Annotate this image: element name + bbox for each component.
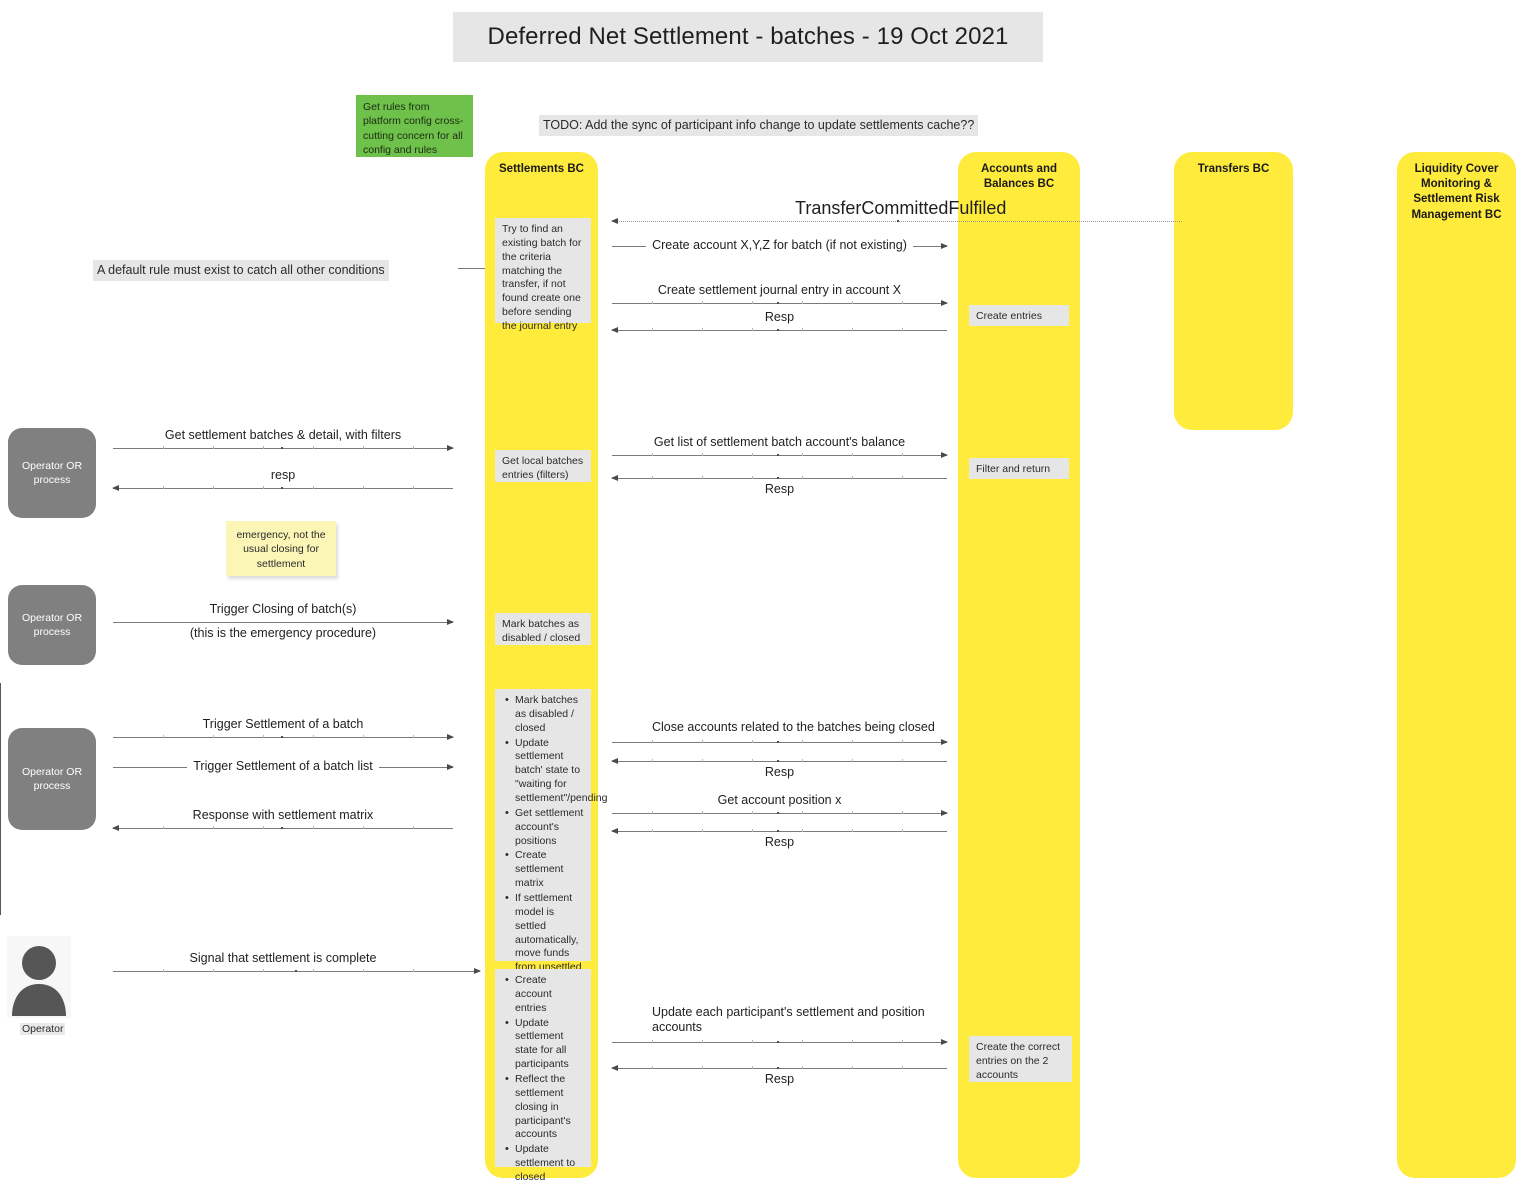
- note-closing-step-item: Update settlement state for all particip…: [505, 1016, 584, 1072]
- note-settlement-steps: Mark batches as disabled / closed Update…: [495, 689, 607, 1001]
- message-signal-settlement-complete-label: Signal that settlement is complete: [189, 951, 377, 966]
- note-settlement-steps-list: Mark batches as disabled / closed Update…: [502, 693, 607, 1003]
- note-default-rule: A default rule must exist to catch all o…: [93, 260, 389, 281]
- lifeline-title-settlements-bc: Settlements BC: [499, 163, 584, 175]
- message-trigger-settlement-batch-label: Trigger Settlement of a batch: [202, 717, 364, 732]
- note-settlement-step-item: Mark batches as disabled / closed: [505, 693, 584, 736]
- message-response-settlement-matrix-label: Response with settlement matrix: [192, 808, 374, 823]
- note-settlement-step-item: Get settlement account's positions: [505, 806, 584, 849]
- person-icon: [12, 946, 66, 1016]
- note-closing-steps-list: Create account entries Update settlement…: [502, 973, 584, 1185]
- message-trigger-closing-sublabel: (this is the emergency procedure): [189, 626, 377, 640]
- actor-operator-or-process-3[interactable]: Operator OR process: [8, 728, 96, 830]
- page-title: Deferred Net Settlement - batches - 19 O…: [453, 12, 1043, 62]
- note-closing-steps: Create account entries Update settlement…: [495, 969, 591, 1183]
- note-settlement-step-item: Create settlement matrix: [505, 848, 584, 891]
- message-resp-update-participant-label: Resp: [764, 1072, 795, 1086]
- note-create-correct-entries: Create the correct entries on the 2 acco…: [969, 1036, 1072, 1082]
- actor-operator-person[interactable]: [7, 936, 71, 1018]
- message-resp-batch-balance-label: Resp: [764, 482, 795, 496]
- actor-operator-or-process-2-label: Operator OR process: [21, 611, 83, 638]
- note-mark-batches-disabled: Mark batches as disabled / closed: [495, 613, 591, 645]
- actor-operator-or-process-2[interactable]: Operator OR process: [8, 585, 96, 665]
- note-platform-config-rules: Get rules from platform config cross-cut…: [356, 95, 473, 157]
- note-settlement-step-item: Update settlement batch' state to "waiti…: [505, 736, 607, 806]
- message-create-settlement-journal-entry-label: Create settlement journal entry in accou…: [657, 283, 902, 298]
- canvas-edge-line: [0, 683, 1, 915]
- actor-operator-caption: Operator: [20, 1023, 66, 1035]
- message-update-participant-accounts-label: Update each participant's settlement and…: [652, 1004, 925, 1035]
- message-get-settlement-batches-label: Get settlement batches & detail, with fi…: [164, 428, 402, 443]
- actor-operator-or-process-1-label: Operator OR process: [21, 459, 83, 486]
- note-closing-step-item: Update settlement to closed: [505, 1142, 584, 1185]
- lifeline-liquidity-cover-bc[interactable]: Liquidity Cover Monitoring & Settlement …: [1397, 152, 1516, 1178]
- message-resp-account-position-label: Resp: [764, 835, 795, 849]
- note-closing-step-item: Create account entries: [505, 973, 584, 1016]
- message-resp-journal-entry-label: Resp: [764, 310, 795, 325]
- note-try-find-existing-batch: Try to find an existing batch for the cr…: [495, 218, 591, 332]
- lifeline-title-transfers-bc: Transfers BC: [1197, 163, 1270, 175]
- message-trigger-closing-label: Trigger Closing of batch(s): [209, 602, 357, 617]
- lifeline-transfers-bc[interactable]: Transfers BC: [1174, 152, 1293, 430]
- note-get-local-batches: Get local batches entries (filters): [495, 450, 591, 482]
- message-create-account-label: Create account X,Y,Z for batch (if not e…: [646, 238, 913, 253]
- note-filter-and-return: Filter and return: [969, 458, 1069, 479]
- note-closing-step-item: Reflect the settlement closing in partic…: [505, 1072, 584, 1142]
- actor-operator-or-process-1[interactable]: Operator OR process: [8, 428, 96, 518]
- message-resp-close-accounts-label: Resp: [764, 765, 795, 779]
- lifeline-title-liquidity-cover-bc: Liquidity Cover Monitoring & Settlement …: [1411, 163, 1502, 221]
- message-get-batch-account-balance-label: Get list of settlement batch account's b…: [653, 435, 906, 450]
- message-trigger-settlement-batch-list-label: Trigger Settlement of a batch list: [187, 759, 379, 774]
- sequence-diagram-canvas: Deferred Net Settlement - batches - 19 O…: [0, 0, 1523, 1195]
- actor-operator-or-process-3-label: Operator OR process: [21, 765, 83, 792]
- message-resp-settlement-batches-label: resp: [270, 468, 296, 483]
- message-close-accounts-label: Close accounts related to the batches be…: [652, 720, 935, 735]
- note-create-entries: Create entries: [969, 305, 1069, 326]
- event-label-transfer-committed-fulfiled: TransferCommittedFulfiled: [795, 198, 1007, 218]
- message-get-account-position-label: Get account position x: [717, 793, 842, 808]
- lifeline-title-accounts-and-balances-bc: Accounts and Balances BC: [980, 163, 1058, 191]
- note-emergency-sticky: emergency, not the usual closing for set…: [226, 521, 336, 576]
- note-todo-sync: TODO: Add the sync of participant info c…: [539, 115, 979, 136]
